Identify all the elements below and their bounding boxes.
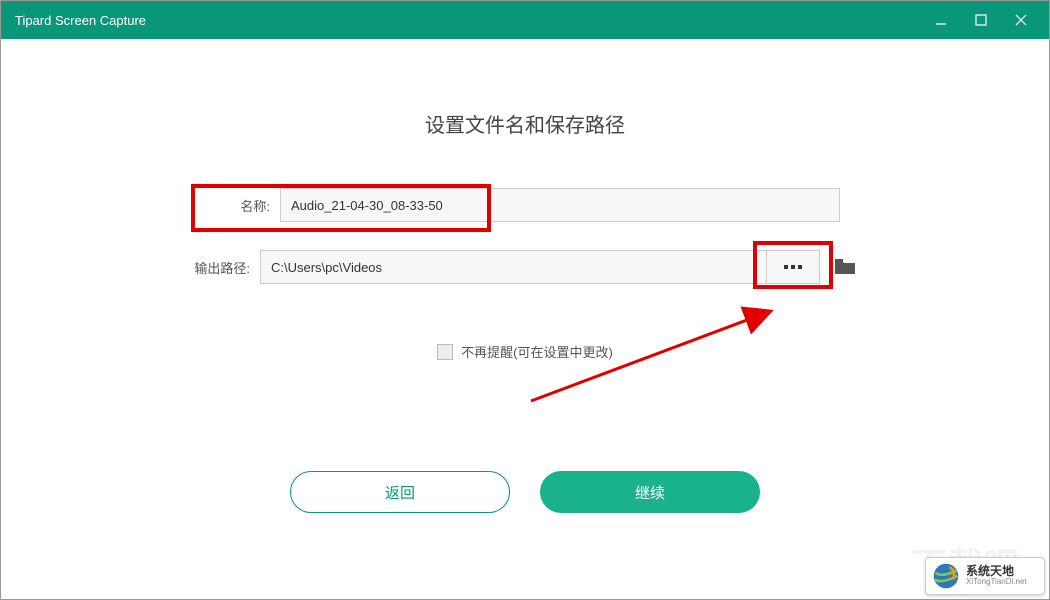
maximize-button[interactable] (961, 1, 1001, 39)
watermark-en: XiTongTianDi.net (966, 578, 1027, 587)
globe-icon (932, 562, 960, 590)
window-controls (921, 1, 1041, 39)
name-label: 名称: (210, 196, 270, 215)
close-icon (1014, 13, 1028, 27)
close-button[interactable] (1001, 1, 1041, 39)
remind-label: 不再提醒(可在设置中更改) (461, 342, 613, 361)
watermark-badge: 系统天地 XiTongTianDi.net (925, 557, 1045, 595)
name-input[interactable] (280, 188, 840, 222)
action-buttons: 返回 继续 (290, 471, 760, 513)
ellipsis-icon (784, 265, 802, 269)
maximize-icon (974, 13, 988, 27)
open-folder-button[interactable] (830, 252, 860, 282)
output-path-label: 输出路径: (190, 258, 250, 277)
name-row: 名称: (210, 188, 840, 222)
folder-icon (834, 258, 856, 276)
watermark-text: 系统天地 XiTongTianDi.net (966, 565, 1027, 587)
back-button[interactable]: 返回 (290, 471, 510, 513)
window-title: Tipard Screen Capture (15, 13, 921, 28)
dialog-content: 设置文件名和保存路径 名称: 输出路径: 不再提醒(可在设置中更改) 返回 (1, 39, 1049, 513)
output-path-input[interactable] (260, 250, 766, 284)
app-window: Tipard Screen Capture 设置文件名和保存路径 名称: 输出路… (0, 0, 1050, 600)
remind-checkbox[interactable] (437, 344, 453, 360)
minimize-icon (934, 13, 948, 27)
dialog-heading: 设置文件名和保存路径 (425, 109, 625, 138)
continue-button[interactable]: 继续 (540, 471, 760, 513)
remind-row: 不再提醒(可在设置中更改) (437, 342, 613, 361)
titlebar: Tipard Screen Capture (1, 1, 1049, 39)
minimize-button[interactable] (921, 1, 961, 39)
browse-button[interactable] (766, 250, 820, 284)
output-path-row: 输出路径: (190, 250, 860, 284)
